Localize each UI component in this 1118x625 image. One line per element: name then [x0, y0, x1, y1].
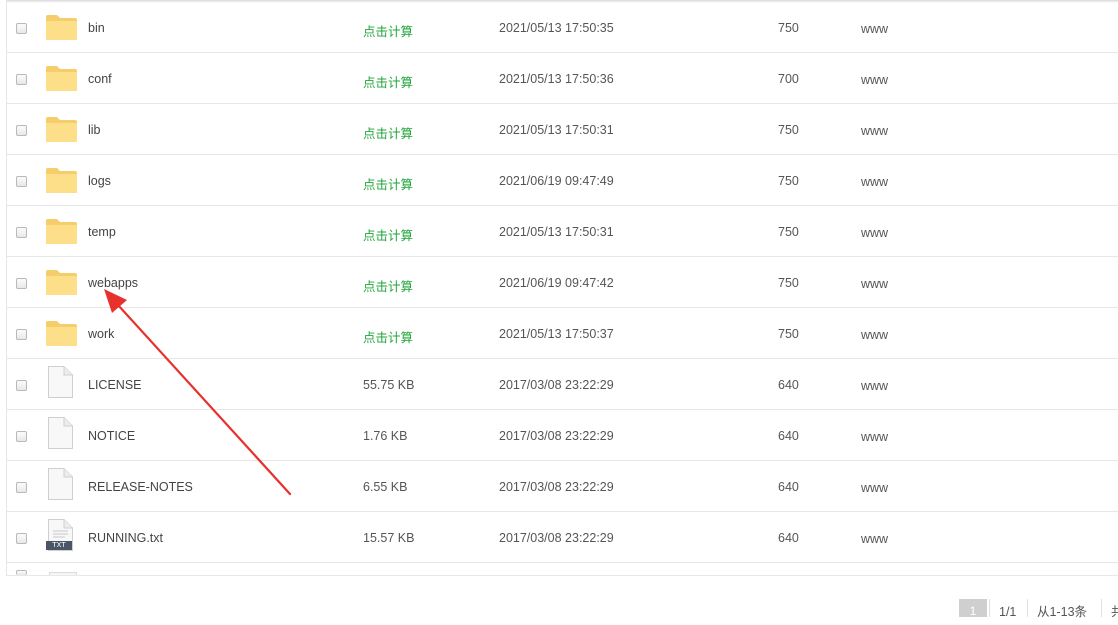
txt-file-icon[interactable]: TXT [45, 519, 73, 554]
permission-link[interactable]: 750 [778, 327, 799, 341]
table-row[interactable]: webapps 点击计算 2021/06/19 09:47:42 750 www [7, 257, 1118, 308]
modified-time: 2021/05/13 17:50:31 [499, 225, 614, 239]
modified-time: 2021/05/13 17:50:35 [499, 21, 614, 35]
permission-link[interactable]: 700 [778, 72, 799, 86]
checkbox[interactable] [16, 23, 27, 34]
table-row[interactable]: conf 点击计算 2021/05/13 17:50:36 700 www [7, 53, 1118, 104]
table-row[interactable]: bin 点击计算 2021/05/13 17:50:35 750 www [7, 2, 1118, 53]
calculate-size-link[interactable]: 点击计算 [363, 21, 413, 40]
calculate-size-link[interactable]: 点击计算 [363, 327, 413, 346]
owner: www [861, 175, 889, 189]
pagination-page-of: 1/1 [989, 599, 1027, 619]
folder-icon[interactable] [45, 319, 78, 350]
calculate-size-link[interactable]: 点击计算 [363, 225, 413, 244]
file-name-link[interactable]: logs [88, 174, 111, 188]
calculate-size-link[interactable]: 点击计算 [363, 123, 413, 142]
owner: www [861, 277, 889, 291]
pagination-current-page[interactable]: 1 [959, 599, 987, 618]
owner: www [861, 481, 889, 495]
pagination-range: 从1-13条 [1027, 599, 1100, 619]
file-name-link[interactable]: webapps [88, 276, 138, 290]
modified-time: 2017/03/08 23:22:29 [499, 429, 614, 443]
txt-icon-label: TXT [52, 541, 66, 549]
permission-link[interactable]: 750 [778, 123, 799, 137]
folder-icon[interactable] [45, 217, 78, 248]
checkbox[interactable] [16, 533, 27, 544]
permission-link[interactable]: 750 [778, 174, 799, 188]
folder-icon[interactable] [45, 115, 78, 146]
folder-icon[interactable] [45, 64, 78, 95]
calculate-size-link[interactable]: 点击计算 [363, 174, 413, 193]
modified-time: 2017/03/08 23:22:29 [499, 378, 614, 392]
file-manager-panel: bin 点击计算 2021/05/13 17:50:35 750 www conf 点击计算… [0, 0, 1118, 619]
file-icon[interactable] [45, 366, 73, 401]
checkbox[interactable] [16, 125, 27, 136]
owner: www [861, 379, 889, 393]
file-name-link[interactable]: temp [88, 225, 116, 239]
folder-icon[interactable] [45, 166, 78, 197]
calculate-size-link[interactable]: 点击计算 [363, 276, 413, 295]
table-row[interactable]: TXT RUNNING.txt 15.57 KB 2017/03/08 23:22:2… [7, 512, 1118, 563]
owner: www [861, 328, 889, 342]
file-name-link[interactable]: LICENSE [88, 378, 142, 392]
file-size: 15.57 KB [363, 531, 415, 545]
table-row[interactable]: logs 点击计算 2021/06/19 09:47:49 750 www [7, 155, 1118, 206]
table-row-partial [7, 562, 1118, 575]
permission-link[interactable]: 750 [778, 225, 799, 239]
file-name-link[interactable]: work [88, 327, 114, 341]
owner: www [861, 73, 889, 87]
file-name-link[interactable]: NOTICE [88, 429, 135, 443]
modified-time: 2017/03/08 23:22:29 [499, 480, 614, 494]
modified-time: 2021/05/13 17:50:36 [499, 72, 614, 86]
file-name-link[interactable]: RELEASE-NOTES [88, 480, 193, 494]
permission-link[interactable]: 640 [778, 378, 799, 392]
modified-time: 2021/05/13 17:50:31 [499, 123, 614, 137]
table-bottom-border [6, 575, 1118, 576]
file-name-link[interactable]: lib [88, 123, 101, 137]
file-table: bin 点击计算 2021/05/13 17:50:35 750 www conf 点击计算… [6, 0, 1118, 575]
checkbox[interactable] [16, 74, 27, 85]
permission-link[interactable]: 640 [778, 531, 799, 545]
modified-time: 2021/06/19 09:47:49 [499, 174, 614, 188]
permission-link[interactable]: 640 [778, 480, 799, 494]
folder-icon[interactable] [45, 13, 78, 44]
owner: www [861, 532, 889, 546]
file-icon[interactable] [45, 417, 73, 452]
file-name-link[interactable]: RUNNING.txt [88, 531, 163, 545]
modified-time: 2017/03/08 23:22:29 [499, 531, 614, 545]
file-size: 6.55 KB [363, 480, 408, 494]
owner: www [861, 124, 889, 138]
owner: www [861, 22, 889, 36]
checkbox[interactable] [16, 176, 27, 187]
file-name-link[interactable]: bin [88, 21, 105, 35]
table-row[interactable]: temp 点击计算 2021/05/13 17:50:31 750 www [7, 206, 1118, 257]
table-row[interactable]: NOTICE 1.76 KB 2017/03/08 23:22:29 640 www [7, 410, 1118, 461]
checkbox[interactable] [16, 380, 27, 391]
checkbox[interactable] [16, 227, 27, 238]
checkbox[interactable] [16, 431, 27, 442]
checkbox[interactable] [16, 278, 27, 289]
file-name-link[interactable]: conf [88, 72, 112, 86]
checkbox[interactable] [16, 329, 27, 340]
modified-time: 2021/06/19 09:47:42 [499, 276, 614, 290]
modified-time: 2021/05/13 17:50:37 [499, 327, 614, 341]
permission-link[interactable]: 750 [778, 21, 799, 35]
permission-link[interactable]: 750 [778, 276, 799, 290]
folder-icon[interactable] [45, 268, 78, 299]
table-row[interactable]: LICENSE 55.75 KB 2017/03/08 23:22:29 640 www [7, 359, 1118, 410]
owner: www [861, 226, 889, 240]
calculate-size-link[interactable]: 点击计算 [363, 72, 413, 91]
permission-link[interactable]: 640 [778, 429, 799, 443]
file-size: 55.75 KB [363, 378, 415, 392]
table-row[interactable]: work 点击计算 2021/05/13 17:50:37 750 www [7, 308, 1118, 359]
table-row[interactable]: lib 点击计算 2021/05/13 17:50:31 750 www [7, 104, 1118, 155]
file-icon[interactable] [45, 468, 73, 503]
pagination-total: 共 [1101, 599, 1118, 617]
checkbox[interactable] [16, 482, 27, 493]
table-row[interactable]: RELEASE-NOTES 6.55 KB 2017/03/08 23:22:29 6… [7, 461, 1118, 512]
owner: www [861, 430, 889, 444]
file-size: 1.76 KB [363, 429, 408, 443]
